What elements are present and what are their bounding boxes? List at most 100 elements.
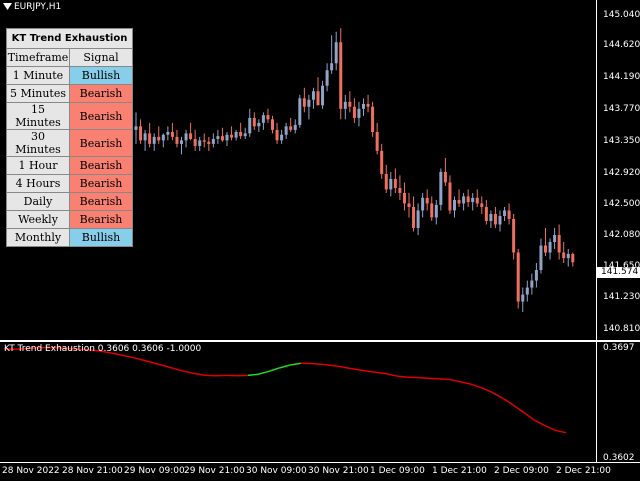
price-tick: 144.190 bbox=[603, 72, 640, 82]
candle-body bbox=[403, 193, 406, 204]
indicator-segment bbox=[142, 360, 153, 363]
time-tick: 28 Nov 2022 bbox=[2, 466, 60, 476]
time-tick: 28 Nov 21:00 bbox=[62, 466, 123, 476]
timeframe-cell: 15 Minutes bbox=[7, 103, 70, 130]
candle-body bbox=[344, 102, 347, 109]
candle-body bbox=[144, 133, 147, 140]
candle-body bbox=[194, 139, 197, 146]
candle-body bbox=[408, 203, 411, 207]
candle-body bbox=[512, 219, 515, 253]
signal-cell: Bearish bbox=[70, 130, 133, 157]
price-tick: 142.920 bbox=[603, 168, 640, 178]
timeframe-cell: 5 Minutes bbox=[7, 85, 70, 103]
candle-body bbox=[271, 119, 274, 130]
candle-body bbox=[203, 140, 206, 141]
candle-body bbox=[567, 254, 570, 258]
candle-body bbox=[367, 104, 370, 107]
timeframe-cell: 1 Minute bbox=[7, 67, 70, 85]
indicator-segment bbox=[524, 412, 535, 420]
candle-body bbox=[508, 210, 511, 218]
signal-cell: Bearish bbox=[70, 175, 133, 193]
time-tick: 29 Nov 21:00 bbox=[184, 466, 245, 476]
pane-separator[interactable] bbox=[0, 340, 640, 342]
indicator-segment bbox=[534, 420, 545, 426]
candle-body bbox=[166, 132, 169, 135]
indicator-axis[interactable]: 0.36970.3602 bbox=[596, 342, 640, 462]
candle-body bbox=[298, 98, 301, 125]
price-tick: 143.350 bbox=[603, 136, 640, 146]
candle-body bbox=[289, 126, 292, 130]
indicator-segment bbox=[545, 426, 556, 431]
timeframe-cell: 1 Hour bbox=[7, 157, 70, 175]
candle-body bbox=[335, 42, 338, 63]
candle-body bbox=[285, 126, 288, 134]
candle-body bbox=[462, 196, 465, 203]
indicator-segment bbox=[163, 366, 174, 369]
signal-cell: Bearish bbox=[70, 85, 133, 103]
price-tick: 143.770 bbox=[603, 104, 640, 114]
candle-body bbox=[307, 100, 310, 107]
candle-body bbox=[389, 179, 392, 190]
timeframe-cell: 4 Hours bbox=[7, 175, 70, 193]
candle-body bbox=[503, 210, 506, 216]
timeframe-cell: 30 Minutes bbox=[7, 130, 70, 157]
indicator-segment bbox=[280, 365, 291, 368]
candle-body bbox=[371, 107, 374, 132]
price-tick: 144.620 bbox=[603, 40, 640, 50]
candle-body bbox=[494, 214, 497, 225]
candle-body bbox=[476, 198, 479, 204]
candle-body bbox=[185, 133, 188, 140]
indicator-segment bbox=[449, 379, 460, 381]
trend-exhaustion-panel: KT Trend Exhaustion Timeframe Signal 1 M… bbox=[6, 28, 133, 247]
candle-body bbox=[471, 198, 474, 202]
candle-body bbox=[426, 198, 429, 204]
current-price-label: 141.574 bbox=[597, 267, 640, 278]
price-tick: 142.080 bbox=[603, 230, 640, 240]
timeframe-header: Timeframe bbox=[7, 49, 70, 67]
candle-body bbox=[276, 130, 279, 141]
candle-body bbox=[376, 132, 379, 151]
candle-body bbox=[558, 235, 561, 253]
time-tick: 2 Dec 21:00 bbox=[556, 466, 611, 476]
candle-body bbox=[553, 235, 556, 242]
candle-body bbox=[221, 136, 224, 140]
signal-row: 5 MinutesBearish bbox=[7, 85, 133, 103]
chart-menu-icon[interactable] bbox=[3, 3, 12, 12]
indicator-segment bbox=[152, 363, 163, 366]
indicator-segment bbox=[269, 368, 280, 371]
candle-body bbox=[394, 179, 397, 188]
candle-body bbox=[421, 198, 424, 211]
panel-title: KT Trend Exhaustion bbox=[7, 29, 133, 49]
signal-row: 1 MinuteBullish bbox=[7, 67, 133, 85]
candle-body bbox=[562, 253, 565, 259]
candle-body bbox=[439, 172, 442, 205]
candle-body bbox=[526, 288, 529, 295]
time-tick: 29 Nov 09:00 bbox=[124, 466, 185, 476]
signal-row: 30 MinutesBearish bbox=[7, 130, 133, 157]
price-axis[interactable]: 145.040144.620144.190143.770143.350142.9… bbox=[596, 0, 640, 340]
indicator-segment bbox=[513, 405, 524, 413]
time-tick: 30 Nov 09:00 bbox=[246, 466, 307, 476]
indicator-segment bbox=[354, 369, 365, 371]
candle-body bbox=[535, 270, 538, 281]
timeframe-cell: Monthly bbox=[7, 229, 70, 247]
candle-body bbox=[517, 253, 520, 302]
candle-body bbox=[380, 151, 383, 174]
indicator-segment bbox=[428, 378, 439, 379]
candle-body bbox=[171, 132, 174, 137]
indicator-tick: 0.3697 bbox=[603, 343, 635, 353]
candle-body bbox=[480, 203, 483, 207]
candle-body bbox=[262, 115, 265, 123]
candle-body bbox=[244, 133, 247, 136]
candle-body bbox=[330, 63, 333, 70]
candle-body bbox=[294, 125, 297, 130]
indicator-chart[interactable] bbox=[0, 342, 596, 462]
indicator-segment bbox=[492, 392, 503, 398]
indicator-segment bbox=[333, 366, 344, 368]
signal-row: 4 HoursBearish bbox=[7, 175, 133, 193]
signal-cell: Bullish bbox=[70, 67, 133, 85]
signal-row: DailyBearish bbox=[7, 193, 133, 211]
candle-body bbox=[398, 188, 401, 193]
time-axis[interactable]: 28 Nov 202228 Nov 21:0029 Nov 09:0029 No… bbox=[0, 462, 640, 481]
candle-body bbox=[235, 132, 238, 138]
